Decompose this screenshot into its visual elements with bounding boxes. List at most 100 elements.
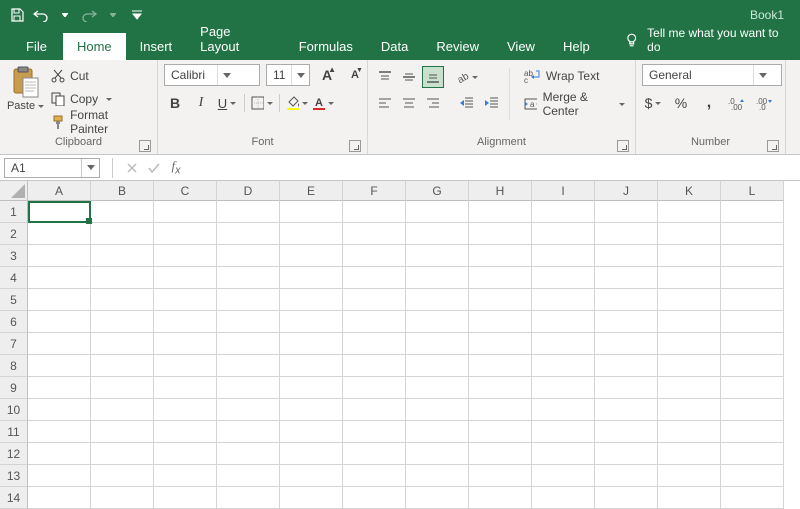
cell[interactable] <box>469 355 532 377</box>
cell[interactable] <box>469 421 532 443</box>
cell[interactable] <box>91 465 154 487</box>
cell[interactable] <box>28 245 91 267</box>
cell[interactable] <box>406 355 469 377</box>
cell[interactable] <box>91 245 154 267</box>
cell[interactable] <box>343 267 406 289</box>
font-color-button[interactable]: A <box>312 92 334 114</box>
cell[interactable] <box>280 333 343 355</box>
cell[interactable] <box>658 355 721 377</box>
redo-dropdown[interactable] <box>102 4 124 26</box>
cell[interactable] <box>658 311 721 333</box>
tab-help[interactable]: Help <box>549 33 604 60</box>
cell[interactable] <box>595 223 658 245</box>
row-header[interactable]: 1 <box>0 201 28 223</box>
cell[interactable] <box>343 355 406 377</box>
cell[interactable] <box>721 311 784 333</box>
cell[interactable] <box>658 223 721 245</box>
tab-data[interactable]: Data <box>367 33 422 60</box>
cell[interactable] <box>595 289 658 311</box>
cell[interactable] <box>469 267 532 289</box>
cell[interactable] <box>154 487 217 509</box>
tab-insert[interactable]: Insert <box>126 33 187 60</box>
cell[interactable] <box>217 223 280 245</box>
cell[interactable] <box>658 377 721 399</box>
font-name-selector[interactable]: Calibri <box>164 64 260 86</box>
decrease-indent-button[interactable] <box>456 92 478 114</box>
cell[interactable] <box>154 289 217 311</box>
tab-page-layout[interactable]: Page Layout <box>186 18 285 60</box>
undo-dropdown[interactable] <box>54 4 76 26</box>
cell[interactable] <box>217 399 280 421</box>
cell[interactable] <box>658 201 721 223</box>
cell[interactable] <box>658 289 721 311</box>
cell[interactable] <box>154 421 217 443</box>
cell[interactable] <box>406 399 469 421</box>
cell[interactable] <box>343 443 406 465</box>
cell[interactable] <box>721 443 784 465</box>
tab-review[interactable]: Review <box>422 33 493 60</box>
number-format-selector[interactable]: General <box>642 64 782 86</box>
cell[interactable] <box>721 289 784 311</box>
cell[interactable] <box>280 311 343 333</box>
cell[interactable] <box>406 311 469 333</box>
cell[interactable] <box>532 289 595 311</box>
cell[interactable] <box>406 201 469 223</box>
italic-button[interactable]: I <box>190 92 212 114</box>
cell[interactable] <box>532 201 595 223</box>
cell[interactable] <box>595 487 658 509</box>
cell[interactable] <box>658 421 721 443</box>
cell[interactable] <box>721 465 784 487</box>
cell[interactable] <box>532 399 595 421</box>
cell[interactable] <box>532 377 595 399</box>
cell[interactable] <box>28 223 91 245</box>
cell[interactable] <box>595 245 658 267</box>
row-header[interactable]: 3 <box>0 245 28 267</box>
cell[interactable] <box>469 465 532 487</box>
cell[interactable] <box>406 289 469 311</box>
cell[interactable] <box>343 311 406 333</box>
cell[interactable] <box>532 333 595 355</box>
cell[interactable] <box>280 245 343 267</box>
bold-button[interactable]: B <box>164 92 186 114</box>
cell[interactable] <box>154 267 217 289</box>
tab-home[interactable]: Home <box>63 33 126 60</box>
accounting-format-button[interactable]: $ <box>642 92 664 114</box>
row-header[interactable]: 2 <box>0 223 28 245</box>
cell[interactable] <box>469 377 532 399</box>
cell[interactable] <box>28 465 91 487</box>
cell[interactable] <box>469 311 532 333</box>
cell[interactable] <box>154 201 217 223</box>
cell[interactable] <box>406 245 469 267</box>
cell[interactable] <box>721 487 784 509</box>
cell[interactable] <box>217 311 280 333</box>
select-all-corner[interactable] <box>0 181 28 201</box>
cell[interactable] <box>343 421 406 443</box>
cell[interactable] <box>91 289 154 311</box>
copy-button[interactable]: Copy <box>49 89 149 109</box>
cell[interactable] <box>91 421 154 443</box>
cell[interactable] <box>280 267 343 289</box>
borders-button[interactable] <box>251 92 273 114</box>
row-header[interactable]: 12 <box>0 443 28 465</box>
cell[interactable] <box>91 311 154 333</box>
tab-view[interactable]: View <box>493 33 549 60</box>
cell[interactable] <box>91 399 154 421</box>
redo-button[interactable] <box>78 4 100 26</box>
cell[interactable] <box>532 311 595 333</box>
percent-format-button[interactable]: % <box>670 92 692 114</box>
cell[interactable] <box>721 267 784 289</box>
cell[interactable] <box>154 443 217 465</box>
cell[interactable] <box>91 333 154 355</box>
merge-center-button[interactable]: a Merge & Center <box>520 92 629 116</box>
cell[interactable] <box>91 355 154 377</box>
cell[interactable] <box>595 333 658 355</box>
cell[interactable] <box>469 201 532 223</box>
cell[interactable] <box>406 267 469 289</box>
cell[interactable] <box>532 443 595 465</box>
row-header[interactable]: 9 <box>0 377 28 399</box>
row-header[interactable]: 6 <box>0 311 28 333</box>
column-header[interactable]: E <box>280 181 343 201</box>
column-header[interactable]: G <box>406 181 469 201</box>
cell[interactable] <box>595 377 658 399</box>
cell[interactable] <box>217 289 280 311</box>
